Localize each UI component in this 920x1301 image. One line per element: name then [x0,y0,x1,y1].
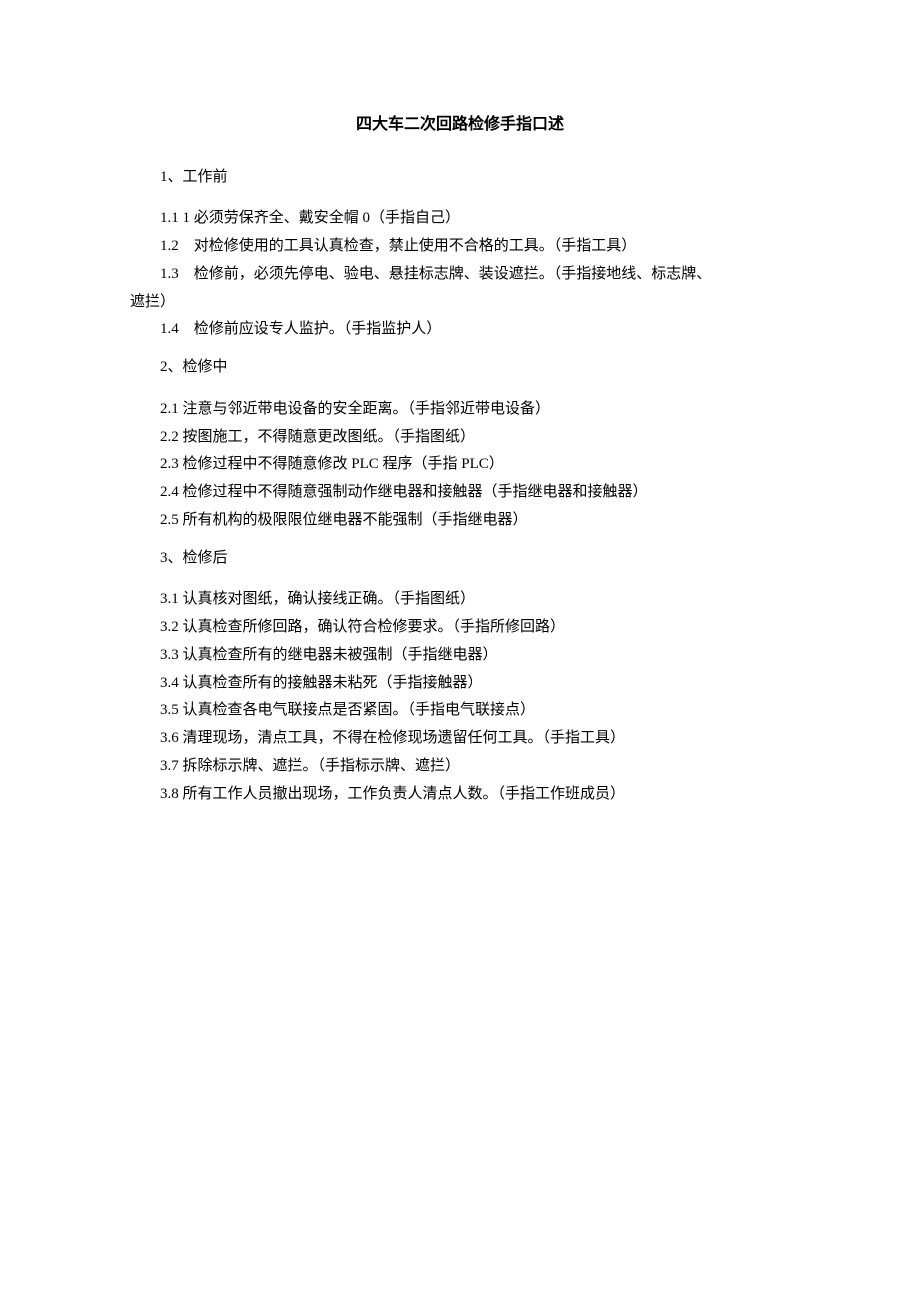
item-3-8: 3.8 所有工作人员撤出现场，工作负责人清点人数。（手指工作班成员） [130,781,790,809]
item-3-6: 3.6 清理现场，清点工具，不得在检修现场遗留任何工具。（手指工具） [130,725,790,753]
item-1-2: 1.2 对检修使用的工具认真检查，禁止使用不合格的工具。（手指工具） [130,233,790,261]
item-1-3-line1: 1.3 检修前，必须先停电、验电、悬挂标志牌、装设遮拦。（手指接地线、标志牌、 [130,261,790,289]
section-heading-2: 2、检修中 [130,354,790,382]
item-2-3: 2.3 检修过程中不得随意修改 PLC 程序（手指 PLC） [130,451,790,479]
item-1-4: 1.4 检修前应设专人监护。（手指监护人） [130,316,790,344]
item-2-5: 2.5 所有机构的极限限位继电器不能强制（手指继电器） [130,507,790,535]
item-1-3-line2: 遮拦） [130,289,790,317]
item-1-1: 1.1 1 必须劳保齐全、戴安全帽 0（手指自己） [130,205,790,233]
item-3-7: 3.7 拆除标示牌、遮拦。（手指标示牌、遮拦） [130,753,790,781]
item-3-1: 3.1 认真核对图纸，确认接线正确。（手指图纸） [130,586,790,614]
section-heading-1: 1、工作前 [130,164,790,192]
section-1: 1、工作前 1.1 1 必须劳保齐全、戴安全帽 0（手指自己） 1.2 对检修使… [130,164,790,345]
document-title: 四大车二次回路检修手指口述 [130,110,790,140]
item-2-4: 2.4 检修过程中不得随意强制动作继电器和接触器（手指继电器和接触器） [130,479,790,507]
item-2-2: 2.2 按图施工，不得随意更改图纸。（手指图纸） [130,424,790,452]
section-3: 3、检修后 3.1 认真核对图纸，确认接线正确。（手指图纸） 3.2 认真检查所… [130,545,790,809]
section-2: 2、检修中 2.1 注意与邻近带电设备的安全距离。（手指邻近带电设备） 2.2 … [130,354,790,535]
item-3-2: 3.2 认真检查所修回路，确认符合检修要求。（手指所修回路） [130,614,790,642]
item-2-1: 2.1 注意与邻近带电设备的安全距离。（手指邻近带电设备） [130,396,790,424]
item-3-3: 3.3 认真检查所有的继电器未被强制（手指继电器） [130,642,790,670]
item-3-4: 3.4 认真检查所有的接触器未粘死（手指接触器） [130,670,790,698]
item-3-5: 3.5 认真检查各电气联接点是否紧固。（手指电气联接点） [130,697,790,725]
section-heading-3: 3、检修后 [130,545,790,573]
